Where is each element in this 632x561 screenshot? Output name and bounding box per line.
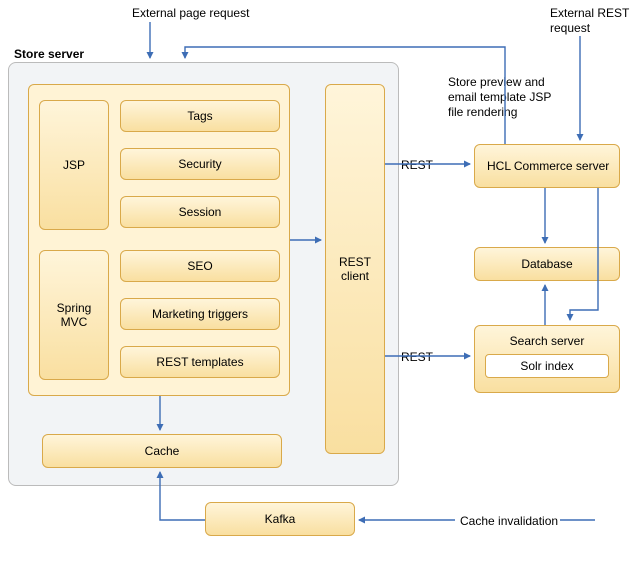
label-rest-2: REST — [401, 350, 433, 365]
box-seo: SEO — [120, 250, 280, 282]
text-security: Security — [178, 157, 221, 171]
box-tags: Tags — [120, 100, 280, 132]
text-hcl-commerce-server: HCL Commerce server — [487, 159, 609, 173]
box-marketing-triggers: Marketing triggers — [120, 298, 280, 330]
label-cache-invalidation: Cache invalidation — [460, 514, 558, 529]
text-rest-templates: REST templates — [156, 355, 243, 369]
box-rest-templates: REST templates — [120, 346, 280, 378]
text-cache: Cache — [145, 444, 180, 458]
box-jsp: JSP — [39, 100, 109, 230]
text-solr-index: Solr index — [520, 359, 573, 373]
box-rest-client: REST client — [325, 84, 385, 454]
box-search-server: Search server Solr index — [474, 325, 620, 393]
text-marketing-triggers: Marketing triggers — [152, 307, 248, 321]
text-seo: SEO — [187, 259, 212, 273]
text-kafka: Kafka — [265, 512, 296, 526]
store-server-title: Store server — [14, 47, 84, 62]
box-hcl-commerce-server: HCL Commerce server — [474, 144, 620, 188]
text-database: Database — [521, 257, 572, 271]
label-store-preview: Store preview and email template JSP fil… — [448, 75, 568, 120]
box-database: Database — [474, 247, 620, 281]
box-spring-mvc: Spring MVC — [39, 250, 109, 380]
label-external-page-request: External page request — [132, 6, 249, 21]
label-external-rest-request: External REST request — [550, 6, 632, 36]
text-tags: Tags — [187, 109, 212, 123]
box-cache: Cache — [42, 434, 282, 468]
label-rest-1: REST — [401, 158, 433, 173]
box-solr-index: Solr index — [485, 354, 609, 378]
text-rest-client: REST client — [334, 255, 376, 283]
text-session: Session — [179, 205, 222, 219]
box-session: Session — [120, 196, 280, 228]
text-jsp: JSP — [63, 158, 85, 172]
box-kafka: Kafka — [205, 502, 355, 536]
text-search-server: Search server — [485, 334, 609, 348]
text-spring-mvc: Spring MVC — [48, 301, 100, 329]
box-security: Security — [120, 148, 280, 180]
